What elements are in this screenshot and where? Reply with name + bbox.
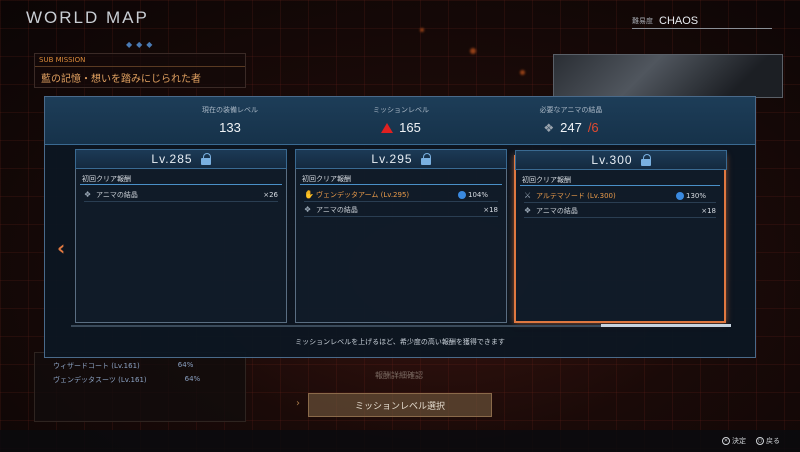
shield-icon (676, 191, 684, 200)
cross-button-icon: ✕ (722, 437, 730, 445)
reward-row: ⚔ アルテマソード (Lv.300) 130% (524, 189, 716, 203)
mission-level-stat: ミッションレベル 165 (321, 105, 481, 135)
confirm-hint[interactable]: ✕ 決定 (722, 436, 746, 446)
warning-triangle-icon (381, 122, 394, 133)
stat-value: 133 (219, 120, 241, 135)
reward-row: ✋ ヴェンデッタアーム (Lv.295) 104% (304, 188, 498, 202)
stat-label: 必要なアニマの結晶 (539, 106, 603, 114)
screen-title: WORLD MAP (26, 8, 149, 27)
controller-hints: ✕ 決定 ○ 戻る (722, 436, 780, 446)
level-card-selected[interactable]: Lv.300 初回クリア報酬 ⚔ アルテマソード (Lv.300) 130% ❖… (514, 150, 727, 323)
card-level: Lv.285 (151, 152, 193, 166)
mission-level-panel: 現在の装備レベル 133 ミッションレベル 165 必要なアニマの結晶 ❖ 24… (44, 96, 756, 358)
stat-label: ミッションレベル (373, 106, 429, 114)
reward-row: ❖ アニマの結晶 ×18 (524, 204, 716, 218)
reward-pct: 130% (676, 191, 716, 200)
shield-icon (458, 190, 466, 199)
reward-qty: ×26 (263, 190, 278, 199)
scrollbar-thumb[interactable] (601, 324, 731, 327)
mission-thumbnail (553, 54, 783, 98)
stat-value-row: 165 (321, 120, 481, 135)
difficulty-label: 難易度 (632, 16, 653, 25)
chevron-left-icon[interactable]: ‹ (57, 236, 65, 260)
card-header: Lv.295 (295, 149, 507, 169)
crystal-icon: ❖ (543, 120, 555, 135)
reward-name: アルテマソード (Lv.300) (536, 191, 616, 200)
back-hint[interactable]: ○ 戻る (756, 436, 780, 446)
gauntlet-icon: ✋ (304, 190, 314, 199)
map-glow (470, 48, 476, 54)
map-glow (420, 28, 424, 32)
chevron-right-icon: › (296, 398, 300, 409)
reward-pct-value: 130% (686, 191, 707, 200)
sub-mission-card[interactable]: SUB MISSION 藍の記憶・想いを踏みにじられた者 (34, 53, 246, 88)
list-item: ヴェンデッタスーツ (Lv.161) 64% (53, 375, 200, 385)
stat-value: 247 (560, 120, 582, 135)
stat-value-row: ❖ 247/6 (491, 120, 651, 135)
list-item-name: ウィザードコート (Lv.161) (53, 362, 140, 370)
crystal-icon: ❖ (84, 190, 92, 199)
map-glow (520, 70, 525, 75)
list-item-pct: 64% (177, 361, 194, 369)
card-section-title: 初回クリア報酬 (82, 175, 131, 183)
list-item-pct: 64% (184, 375, 201, 383)
sub-mission-name: 藍の記憶・想いを踏みにじられた者 (41, 74, 201, 85)
difficulty-indicator: 難易度 CHAOS (632, 13, 772, 29)
card-level: Lv.300 (591, 153, 633, 167)
reward-name: アニマの結晶 (316, 205, 358, 214)
sword-icon: ⚔ (524, 191, 532, 200)
difficulty-value: CHAOS (659, 14, 699, 27)
circle-button-icon: ○ (756, 437, 764, 445)
level-card[interactable]: Lv.295 初回クリア報酬 ✋ ヴェンデッタアーム (Lv.295) 104%… (295, 149, 507, 323)
stats-row: 現在の装備レベル 133 ミッションレベル 165 必要なアニマの結晶 ❖ 24… (45, 97, 755, 145)
reward-row: ❖ アニマの結晶 ×26 (84, 188, 278, 202)
card-divider (80, 184, 282, 185)
anima-crystal-stat: 必要なアニマの結晶 ❖ 247/6 (491, 105, 651, 135)
card-level: Lv.295 (371, 152, 413, 166)
card-header: Lv.300 (515, 150, 727, 170)
card-section-title: 初回クリア報酬 (302, 175, 351, 183)
lock-icon (200, 153, 211, 165)
lock-icon (420, 153, 431, 165)
lock-icon (640, 154, 651, 166)
crystal-icon: ❖ (304, 205, 312, 214)
card-section-title: 初回クリア報酬 (522, 176, 571, 184)
level-card[interactable]: Lv.285 初回クリア報酬 ❖ アニマの結晶 ×26 (75, 149, 287, 323)
card-divider (520, 185, 720, 186)
reward-list-background: ウィザードコート (Lv.161) 64% ヴェンデッタスーツ (Lv.161)… (34, 352, 246, 422)
footer-bar: ✕ 決定 ○ 戻る (0, 430, 800, 452)
back-label: 戻る (766, 437, 780, 445)
list-item-name: ヴェンデッタスーツ (Lv.161) (53, 376, 147, 384)
reward-pct-value: 104% (468, 190, 489, 199)
reward-details-button[interactable]: 報酬詳細確認 (309, 364, 489, 386)
stat-value: 165 (399, 120, 421, 135)
sub-mission-tag: SUB MISSION (35, 54, 245, 67)
reward-qty: ×18 (701, 206, 716, 215)
reward-pct: 104% (458, 190, 498, 199)
hint-text: ミッションレベルを上げるほど、希少度の高い報酬を獲得できます (295, 338, 505, 346)
reward-name: アニマの結晶 (536, 206, 578, 215)
diamond-icon: ◆◆◆ (126, 40, 157, 49)
reward-name: ヴェンデッタアーム (Lv.295) (316, 190, 410, 199)
stat-value-suffix: /6 (587, 120, 599, 135)
reward-qty: ×18 (483, 205, 498, 214)
card-header: Lv.285 (75, 149, 287, 169)
stat-label: 現在の装備レベル (202, 106, 258, 114)
reward-name: アニマの結晶 (96, 190, 138, 199)
mission-level-select-button[interactable]: ミッションレベル選択 (308, 393, 492, 417)
crystal-icon: ❖ (524, 206, 532, 215)
card-divider (300, 184, 502, 185)
reward-row: ❖ アニマの結晶 ×18 (304, 203, 498, 217)
confirm-label: 決定 (732, 437, 746, 445)
list-item: ウィザードコート (Lv.161) 64% (53, 361, 193, 371)
equipment-level-stat: 現在の装備レベル 133 (150, 105, 310, 135)
